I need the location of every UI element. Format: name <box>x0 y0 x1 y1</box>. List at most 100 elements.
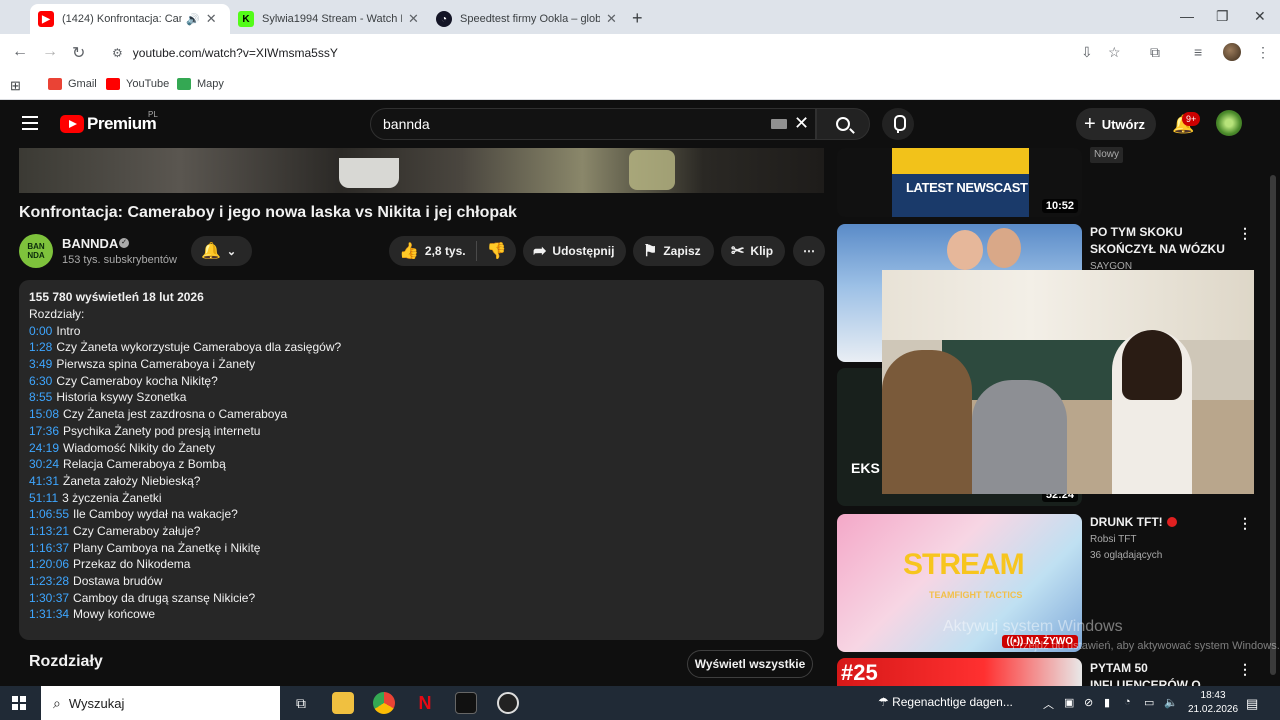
chrome-icon[interactable] <box>373 692 395 714</box>
chapter-timestamp-link[interactable]: 1:30:37 <box>29 591 69 605</box>
chapter-timestamp-link[interactable]: 1:16:37 <box>29 541 69 555</box>
rec-thumbnail-5[interactable]: #25 <box>837 658 1082 686</box>
chapter-label: Historia ksywy Szonetka <box>56 390 187 405</box>
chapter-timestamp-link[interactable]: 1:20:06 <box>29 557 69 571</box>
chapter-timestamp-link[interactable]: 1:06:55 <box>29 507 69 521</box>
speedtest-app-icon[interactable] <box>497 692 519 714</box>
video-player[interactable] <box>19 148 824 193</box>
maximize-icon[interactable]: ❐ <box>1216 8 1229 25</box>
channel-avatar[interactable]: BAN NDA <box>19 234 53 268</box>
network-icon[interactable]: ▭ <box>1144 696 1154 709</box>
windows-start-icon[interactable] <box>12 696 26 710</box>
like-icon[interactable]: 👍 <box>399 241 419 261</box>
volume-icon[interactable]: 🔈 <box>1164 696 1178 709</box>
account-avatar[interactable] <box>1216 110 1242 136</box>
new-tab-icon[interactable]: + <box>632 8 643 29</box>
tab-close-icon[interactable]: ✕ <box>408 11 419 27</box>
youtube-brand[interactable]: Premium <box>87 114 157 134</box>
chapter-timestamp-link[interactable]: 0:00 <box>29 324 52 338</box>
chapter-timestamp-link[interactable]: 1:28 <box>29 340 52 354</box>
tab-close-icon[interactable]: ✕ <box>606 11 617 27</box>
rec-title[interactable]: DRUNK TFT! <box>1090 514 1230 531</box>
chapter-timestamp-link[interactable]: 8:55 <box>29 390 52 404</box>
tab-youtube[interactable]: ▶ (1424) Konfrontacja: Camer 🔊 ✕ <box>30 4 230 34</box>
description-box[interactable]: 155 780 wyświetleń 18 lut 2026 Rozdziały… <box>19 280 824 640</box>
search-input[interactable]: bannda <box>370 108 816 140</box>
notification-center-icon[interactable]: ▤ <box>1246 696 1258 712</box>
forward-icon[interactable]: → <box>42 43 58 61</box>
chapter-item: 51:11 3 życzenia Żanetki <box>29 491 814 508</box>
tray-app-icon[interactable]: ⊘ <box>1084 696 1093 709</box>
chapter-timestamp-link[interactable]: 3:49 <box>29 357 52 371</box>
tab-speedtest[interactable]: ◔ Speedtest firmy Ookla – global ✕ <box>428 4 626 34</box>
media-control-icon[interactable]: ≡ <box>1194 44 1202 60</box>
bookmark-gmail[interactable]: Gmail <box>48 78 97 90</box>
file-explorer-icon[interactable] <box>332 692 354 714</box>
save-button[interactable]: ⚑ Zapisz <box>633 236 714 266</box>
clip-button[interactable]: ✂ Klip <box>721 236 785 266</box>
more-vert-icon[interactable]: ⋮ <box>1238 225 1252 242</box>
minimize-icon[interactable]: — <box>1180 8 1194 24</box>
install-app-icon[interactable]: ⇩ <box>1081 44 1093 61</box>
chapter-timestamp-link[interactable]: 15:08 <box>29 407 59 421</box>
create-button[interactable]: + Utwórz <box>1076 108 1156 140</box>
share-button[interactable]: ➦ Udostępnij <box>523 236 626 266</box>
weather-widget[interactable]: ☂ Regenachtige dagen... <box>878 695 1013 709</box>
browser-menu-icon[interactable]: ⋮ <box>1256 44 1270 61</box>
tray-app-icon[interactable]: ◔ <box>1124 696 1131 708</box>
rec-channel[interactable]: Robsi TFT <box>1090 534 1137 545</box>
chapter-timestamp-link[interactable]: 6:30 <box>29 374 52 388</box>
more-vert-icon[interactable]: ⋮ <box>1238 661 1252 678</box>
chapter-timestamp-link[interactable]: 24:19 <box>29 441 59 455</box>
chapter-timestamp-link[interactable]: 1:13:21 <box>29 524 69 538</box>
rec-title[interactable]: PO TYM SKOKU SKOŃCZYŁ NA WÓZKU <box>1090 224 1230 258</box>
task-view-icon[interactable]: ⧉ <box>290 692 312 714</box>
chapter-timestamp-link[interactable]: 41:31 <box>29 474 59 488</box>
tray-app-icon[interactable]: ▮ <box>1104 696 1110 709</box>
page-scrollbar[interactable] <box>1270 175 1276 675</box>
chapter-timestamp-link[interactable]: 1:23:28 <box>29 574 69 588</box>
tray-app-icon[interactable]: ▣ <box>1064 696 1074 709</box>
search-button[interactable] <box>816 108 870 140</box>
address-bar[interactable]: ⚙ youtube.com/watch?v=XIWmsma5ssY <box>100 39 1140 67</box>
chapter-timestamp-link[interactable]: 51:11 <box>29 491 58 505</box>
dislike-icon[interactable]: 👎 <box>487 241 507 261</box>
more-vert-icon[interactable]: ⋮ <box>1238 515 1252 532</box>
obs-app-icon[interactable] <box>455 692 477 714</box>
chapter-label: 3 życzenia Żanetki <box>62 490 162 505</box>
channel-name[interactable]: BANNDA <box>62 236 118 251</box>
show-all-chapters-button[interactable]: Wyświetl wszystkie <box>687 650 813 678</box>
close-window-icon[interactable]: ✕ <box>1254 8 1266 25</box>
audio-playing-icon[interactable]: 🔊 <box>186 13 200 26</box>
site-info-icon[interactable]: ⚙ <box>112 46 123 60</box>
chapter-timestamp-link[interactable]: 17:36 <box>29 424 59 438</box>
reload-icon[interactable]: ↻ <box>72 43 85 63</box>
clock-date: 21.02.2026 <box>1188 704 1239 715</box>
back-icon[interactable]: ← <box>12 43 28 61</box>
rec-thumbnail-1[interactable]: LATEST NEWSCAST 10:52 <box>837 148 1082 217</box>
extensions-icon[interactable]: ⧉ <box>1150 44 1160 61</box>
bookmark-youtube[interactable]: YouTube <box>106 78 169 90</box>
chapter-timestamp-link[interactable]: 30:24 <box>29 457 59 471</box>
chapter-timestamp-link[interactable]: 1:31:34 <box>29 607 69 621</box>
subscription-bell-button[interactable]: 🔔 ⌄ <box>191 236 252 266</box>
apps-grid-icon[interactable]: ⊞ <box>10 78 21 94</box>
picture-in-picture-video[interactable] <box>882 270 1254 494</box>
voice-search-button[interactable] <box>882 108 914 140</box>
taskbar-search-input[interactable]: ⌕ Wyszukaj <box>41 686 280 720</box>
more-actions-button[interactable]: ⋯ <box>793 236 825 266</box>
clear-search-icon[interactable]: ✕ <box>794 113 809 134</box>
like-count[interactable]: 2,8 tys. <box>425 244 466 258</box>
bookmark-maps[interactable]: Mapy <box>177 78 224 90</box>
netflix-icon[interactable]: N <box>414 692 436 714</box>
tab-close-icon[interactable]: ✕ <box>206 11 217 27</box>
taskbar-clock[interactable]: 18:43 21.02.2026 <box>1188 689 1238 717</box>
bookmark-star-icon[interactable]: ☆ <box>1108 44 1121 61</box>
chapter-item: 1:16:37 Plany Camboya na Żanetkę i Nikitę <box>29 541 814 558</box>
menu-icon[interactable] <box>22 116 38 130</box>
profile-avatar[interactable] <box>1223 43 1241 61</box>
keyboard-icon[interactable] <box>771 119 787 129</box>
tray-chevron-icon[interactable]: ︿ <box>1043 696 1054 712</box>
tab-kick[interactable]: K Sylwia1994 Stream - Watch Live ✕ <box>230 4 428 34</box>
youtube-logo-icon[interactable] <box>60 115 84 133</box>
